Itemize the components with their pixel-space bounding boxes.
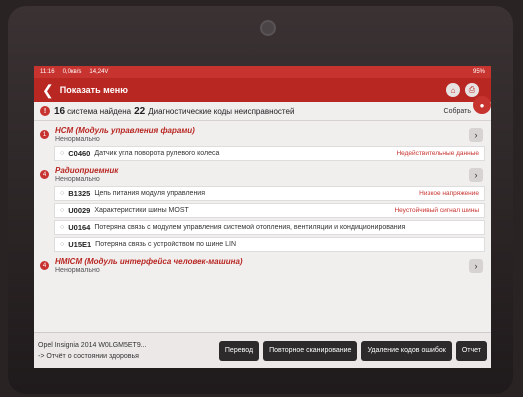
system-name: HMICM (Модуль интерфейса человек-машина) xyxy=(55,257,243,266)
dtc-state: Низкое напряжение xyxy=(419,190,479,197)
dtc-code: B1325 xyxy=(68,189,91,198)
chevron-right-icon[interactable]: › xyxy=(469,258,483,273)
rescan-button[interactable]: Повторное сканирование xyxy=(263,340,358,361)
system-status: Ненормально xyxy=(55,136,100,143)
dtc-row[interactable]: ○ U0029 Характеристики шины MOST Неустой… xyxy=(54,203,485,218)
status-battery: 95% xyxy=(472,69,485,75)
scan-summary: ! 16 система найдена 22 Диагностические … xyxy=(34,102,491,121)
systems-label: система найдена xyxy=(67,106,132,116)
systems-count: 16 xyxy=(54,105,66,117)
screen: 11:16 0,0кв/s 14,24V 95% ❮ Показать меню… xyxy=(34,66,491,368)
health-report-link[interactable]: -> Отчёт о состоянии здоровья xyxy=(38,351,178,362)
dtc-state: Неустойчивый сигнал шины xyxy=(394,207,479,214)
dtc-state: Недействительные данные xyxy=(396,150,479,157)
translate-button[interactable]: Перевод xyxy=(218,340,260,361)
system-name: Радиоприемник xyxy=(55,166,119,175)
system-badge: 1 xyxy=(40,130,49,139)
status-bar: 11:16 0,0кв/s 14,24V 95% xyxy=(34,66,491,78)
report-button[interactable]: Отчет xyxy=(455,340,487,361)
bottom-bar: Opel Insignia 2014 W0LGM5ET9... -> Отчёт… xyxy=(34,332,491,368)
system-item-hcm[interactable]: 1 HCM (Модуль управления фарами) Ненорма… xyxy=(38,123,487,145)
dtc-code: U0029 xyxy=(68,206,91,215)
system-status: Ненормально xyxy=(55,176,100,183)
search-icon: ○ xyxy=(60,190,65,197)
print-icon[interactable]: ⎙ xyxy=(465,83,479,97)
dtc-description: Датчик угла поворота рулевого колеса xyxy=(94,150,220,157)
system-badge: 4 xyxy=(40,261,49,270)
system-badge: 4 xyxy=(40,170,49,179)
system-list: 1 HCM (Модуль управления фарами) Ненорма… xyxy=(34,121,491,276)
system-item-radio[interactable]: 4 Радиоприемник Ненормально › xyxy=(38,163,487,185)
system-item-hmicm[interactable]: 4 HMICM (Модуль интерфейса человек-машин… xyxy=(38,254,487,276)
dtc-row[interactable]: ○ U0164 Потеряна связь с модулем управле… xyxy=(54,220,485,235)
status-time: 11:16 xyxy=(40,69,55,75)
dtc-description: Цепь питания модуля управления xyxy=(94,190,206,197)
system-name: HCM (Модуль управления фарами) xyxy=(55,126,195,135)
dtc-row[interactable]: ○ C0460 Датчик угла поворота рулевого ко… xyxy=(54,146,485,161)
collect-button[interactable]: Собрать xyxy=(444,108,471,115)
search-icon: ○ xyxy=(60,150,65,157)
chevron-right-icon[interactable]: › xyxy=(469,127,483,142)
status-voltage: 14,24V xyxy=(89,69,109,75)
dtc-row[interactable]: ○ U15E1 Потеряна связь с устройством по … xyxy=(54,237,485,252)
vehicle-info: Opel Insignia 2014 W0LGM5ET9... xyxy=(38,341,147,349)
status-speed: 0,0кв/s xyxy=(62,69,82,75)
clear-codes-button[interactable]: Удаление кодов ошибок xyxy=(361,340,452,361)
dtc-count: 22 xyxy=(134,105,146,117)
dtc-code: C0460 xyxy=(68,149,91,158)
camera xyxy=(260,20,276,36)
dtc-description: Потеряна связь с модулем управления сист… xyxy=(94,224,406,231)
chevron-right-icon[interactable]: › xyxy=(469,167,483,182)
search-icon: ○ xyxy=(60,224,65,231)
app-header: ❮ Показать меню ⌂ ⎙ ● xyxy=(34,78,491,114)
dtc-description: Характеристики шины MOST xyxy=(94,207,189,214)
search-icon: ○ xyxy=(60,207,65,214)
system-status: Ненормально xyxy=(55,267,100,274)
home-icon[interactable]: ⌂ xyxy=(446,83,460,97)
dtc-row[interactable]: ○ B1325 Цепь питания модуля управления Н… xyxy=(54,186,485,201)
alert-icon: ! xyxy=(40,106,50,116)
dtc-code: U0164 xyxy=(68,223,91,232)
back-arrow-icon[interactable]: ❮ xyxy=(42,83,54,97)
dtc-code: U15E1 xyxy=(68,240,92,249)
search-icon: ○ xyxy=(60,241,65,248)
dtc-description: Потеряна связь с устройством по шине LIN xyxy=(95,241,237,248)
camera-fab-icon[interactable]: ● xyxy=(473,96,491,114)
header-title[interactable]: Показать меню xyxy=(60,85,128,95)
dtc-label: Диагностические коды неисправностей xyxy=(148,106,295,116)
